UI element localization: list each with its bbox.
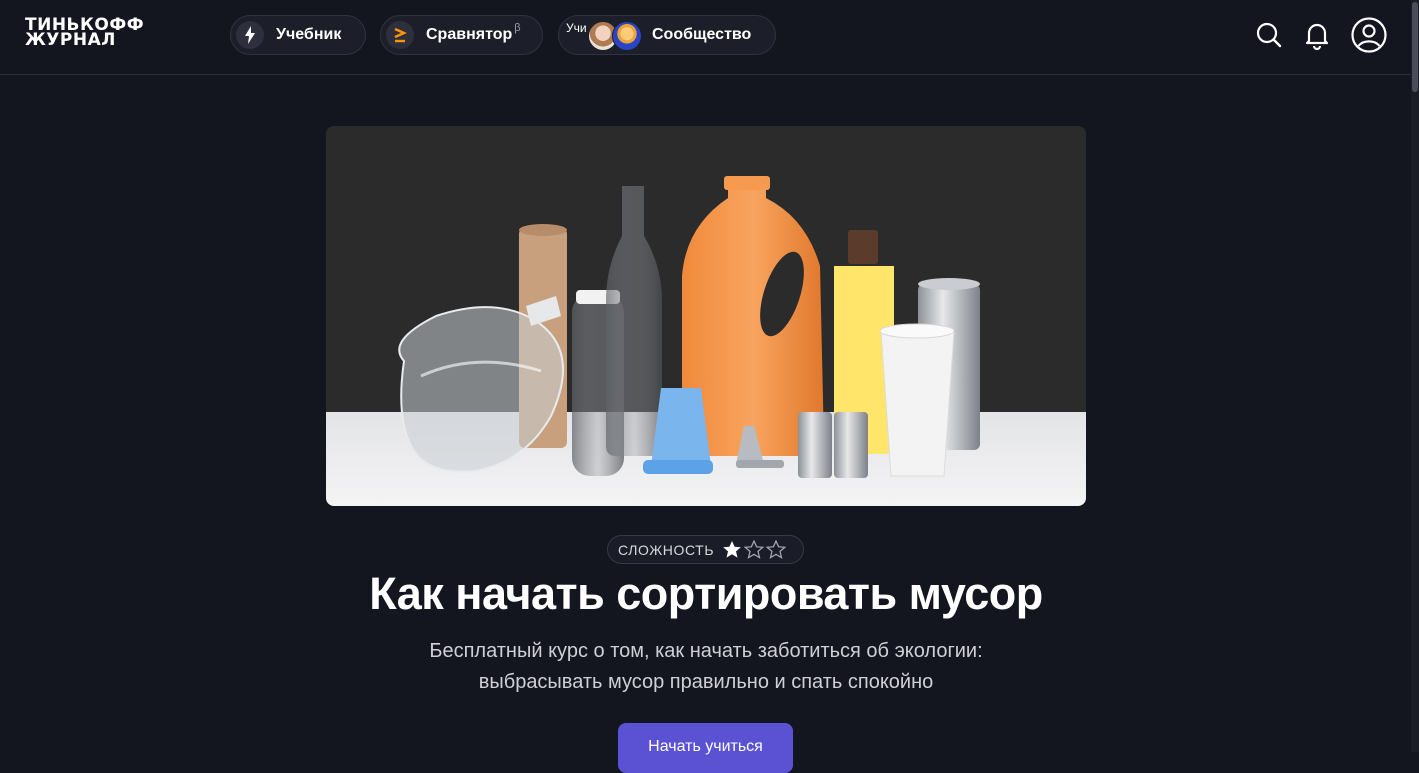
user-icon[interactable] bbox=[1351, 17, 1387, 58]
difficulty-stars bbox=[722, 540, 787, 559]
bell-icon[interactable] bbox=[1303, 20, 1331, 55]
greater-equal-icon bbox=[386, 21, 414, 49]
difficulty-label: СЛОЖНОСТЬ bbox=[618, 541, 715, 558]
recyclables-illustration bbox=[326, 126, 1086, 506]
subtitle-line-2: выбрасывать мусор правильно и спать спок… bbox=[478, 671, 934, 693]
nav-community-button[interactable]: Учи ... Сообщество bbox=[558, 15, 776, 55]
logo-line-2: ЖУРНАЛ bbox=[25, 30, 116, 50]
nav-comparator-button[interactable]: Сравнятор β bbox=[380, 15, 543, 55]
nav-comparator-label: Сравнятор bbox=[426, 26, 513, 43]
star-empty-icon bbox=[766, 540, 787, 559]
community-avatars: Учи ... bbox=[562, 17, 642, 53]
hero-image bbox=[326, 126, 1086, 506]
lightning-icon bbox=[236, 21, 264, 49]
start-learning-button[interactable]: Начать учиться bbox=[618, 723, 793, 773]
star-filled-icon bbox=[723, 541, 741, 558]
top-header: ТИНЬКОФФ ЖУРНАЛ Учебник Сравнятор β Учи … bbox=[0, 0, 1419, 75]
beta-superscript: β bbox=[514, 22, 521, 34]
page-subtitle: Бесплатный курс о том, как начать заботи… bbox=[0, 636, 1412, 698]
nav-textbook-label: Учебник bbox=[276, 26, 342, 43]
nav-community-label: Сообщество bbox=[652, 26, 752, 43]
scrollbar-thumb[interactable] bbox=[1412, 2, 1418, 92]
scrollbar[interactable] bbox=[1411, 0, 1419, 752]
nav-textbook-button[interactable]: Учебник bbox=[230, 15, 366, 55]
page-title: Как начать сортировать мусор bbox=[369, 568, 1043, 619]
logo[interactable]: ТИНЬКОФФ ЖУРНАЛ bbox=[25, 17, 144, 50]
community-cut-text: Учи ... bbox=[566, 21, 588, 35]
avatar bbox=[612, 21, 642, 51]
search-icon[interactable] bbox=[1255, 21, 1283, 54]
subtitle-line-1: Бесплатный курс о том, как начать заботи… bbox=[429, 640, 983, 662]
star-empty-icon bbox=[744, 540, 765, 559]
difficulty-badge: СЛОЖНОСТЬ bbox=[607, 535, 804, 564]
